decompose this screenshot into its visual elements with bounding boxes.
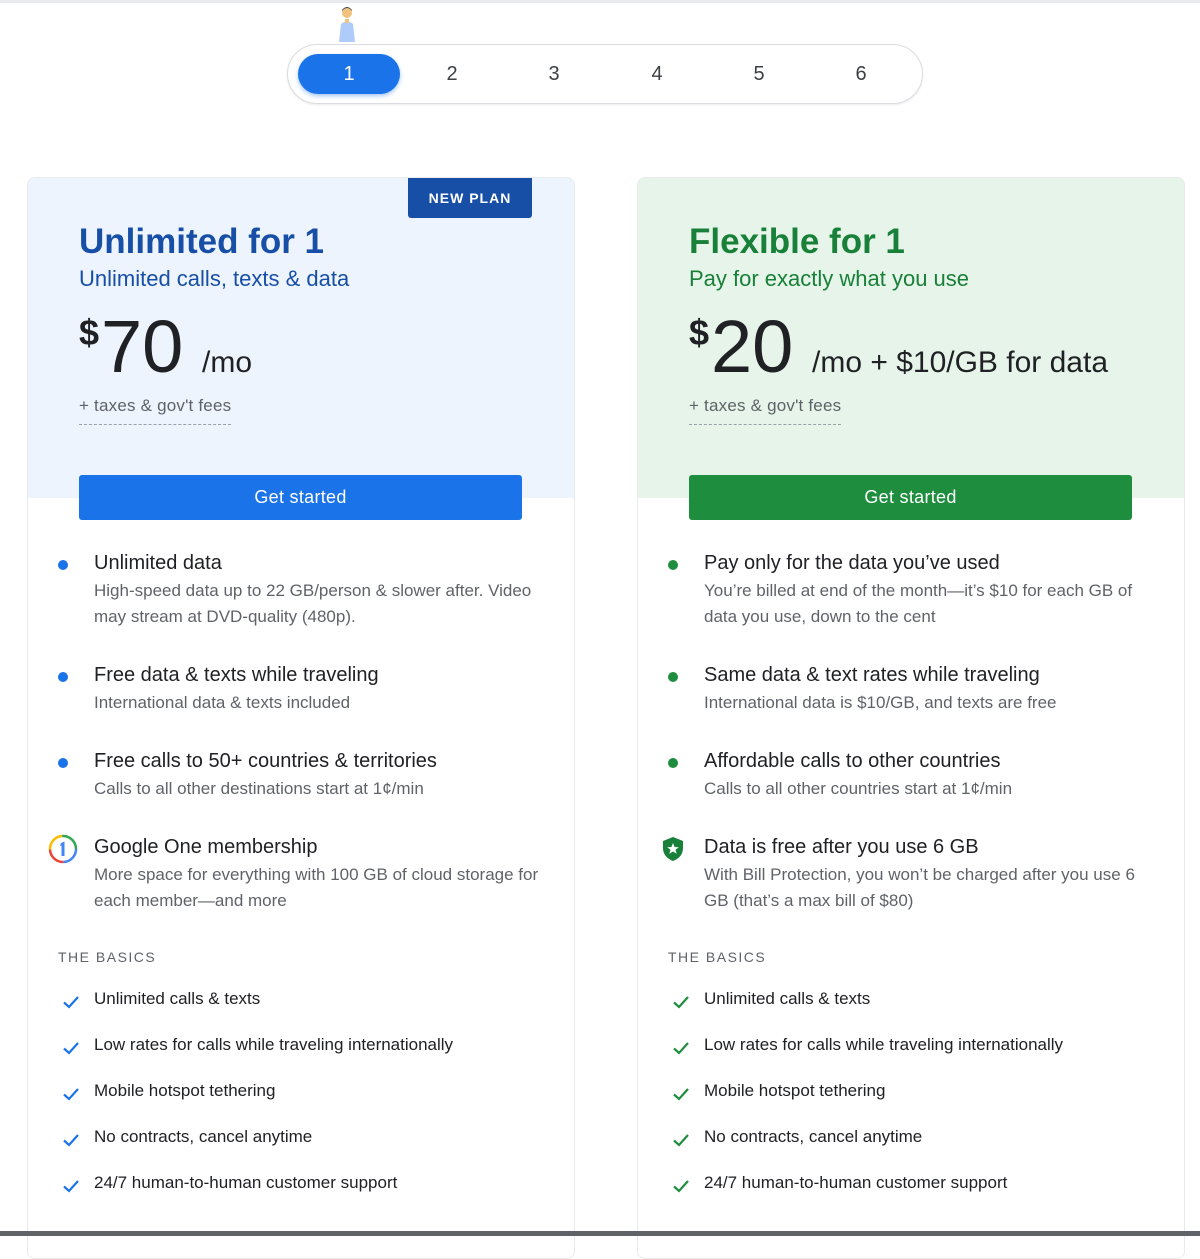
get-started-button[interactable]: Get started bbox=[689, 475, 1132, 520]
feature-title: Same data & text rates while traveling bbox=[704, 664, 1040, 686]
check-icon bbox=[673, 996, 689, 1009]
feature-item: Free calls to 50+ countries & territorie… bbox=[94, 748, 554, 802]
people-count-selector: 1 2 3 4 5 6 bbox=[287, 44, 923, 104]
check-icon bbox=[673, 1180, 689, 1193]
check-icon bbox=[63, 1088, 79, 1101]
basic-item: 24/7 human-to-human customer support bbox=[704, 1173, 1008, 1192]
feature-description: Calls to all other countries start at 1¢… bbox=[704, 779, 1013, 798]
bullet-icon bbox=[668, 758, 678, 768]
google-one-icon bbox=[48, 834, 78, 864]
feature-description: International data is $10/GB, and texts … bbox=[704, 693, 1057, 712]
basics-label: THE BASICS bbox=[668, 949, 767, 965]
check-icon bbox=[63, 1042, 79, 1055]
feature-title: Google One membership bbox=[94, 836, 318, 858]
bottom-divider bbox=[0, 1231, 1200, 1236]
bullet-icon bbox=[668, 560, 678, 570]
new-plan-badge: NEW PLAN bbox=[408, 178, 532, 218]
plan-subtitle: Unlimited calls, texts & data bbox=[79, 266, 350, 291]
feature-description: International data & texts included bbox=[94, 693, 351, 712]
feature-item: Free data & texts while traveling Intern… bbox=[94, 662, 554, 716]
plan-card-flexible: Flexible for 1 Pay for exactly what you … bbox=[637, 177, 1185, 1259]
basic-item: Mobile hotspot tethering bbox=[94, 1081, 276, 1100]
feature-title: Free data & texts while traveling bbox=[94, 664, 379, 686]
plan-card-unlimited: NEW PLAN Unlimited for 1 Unlimited calls… bbox=[27, 177, 575, 1259]
bullet-icon bbox=[668, 672, 678, 682]
check-icon bbox=[63, 1134, 79, 1147]
price-currency: $ bbox=[79, 312, 100, 353]
feature-item: Unlimited data High-speed data up to 22 … bbox=[94, 550, 554, 630]
basic-item: No contracts, cancel anytime bbox=[704, 1127, 923, 1146]
people-option-3[interactable]: 3 bbox=[503, 54, 605, 94]
bullet-icon bbox=[58, 560, 68, 570]
people-option-1[interactable]: 1 bbox=[298, 54, 400, 94]
basic-item: No contracts, cancel anytime bbox=[94, 1127, 313, 1146]
basic-item: 24/7 human-to-human customer support bbox=[94, 1173, 398, 1192]
price-currency: $ bbox=[689, 312, 710, 353]
feature-item: Same data & text rates while traveling I… bbox=[704, 662, 1164, 716]
check-icon bbox=[673, 1088, 689, 1101]
feature-item: Data is free after you use 6 GB With Bil… bbox=[704, 834, 1164, 914]
check-icon bbox=[673, 1042, 689, 1055]
people-option-2[interactable]: 2 bbox=[401, 54, 503, 94]
feature-description: You’re billed at end of the month—it’s $… bbox=[704, 581, 1133, 626]
basic-item: Unlimited calls & texts bbox=[704, 989, 871, 1008]
feature-title: Unlimited data bbox=[94, 552, 222, 574]
shield-star-icon bbox=[663, 837, 683, 861]
check-icon bbox=[63, 996, 79, 1009]
basics-label: THE BASICS bbox=[58, 949, 157, 965]
feature-item: Affordable calls to other countries Call… bbox=[704, 748, 1164, 802]
people-option-4[interactable]: 4 bbox=[606, 54, 708, 94]
plan-title: Flexible for 1 bbox=[689, 222, 905, 261]
plan-title: Unlimited for 1 bbox=[79, 222, 325, 261]
basic-item: Low rates for calls while traveling inte… bbox=[704, 1035, 1064, 1054]
basic-item: Unlimited calls & texts bbox=[94, 989, 261, 1008]
get-started-button[interactable]: Get started bbox=[79, 475, 522, 520]
feature-description: High-speed data up to 22 GB/person & slo… bbox=[94, 581, 532, 626]
feature-description: Calls to all other destinations start at… bbox=[94, 779, 424, 798]
taxes-fees-link[interactable]: + taxes & gov't fees bbox=[689, 396, 842, 425]
basic-item: Low rates for calls while traveling inte… bbox=[94, 1035, 454, 1054]
top-divider bbox=[0, 0, 1200, 3]
feature-description: With Bill Protection, you won’t be charg… bbox=[704, 865, 1135, 910]
price-amount: 20 bbox=[711, 305, 794, 388]
price-period: /mo + $10/GB for data bbox=[812, 346, 1109, 379]
bullet-icon bbox=[58, 672, 68, 682]
check-icon bbox=[673, 1134, 689, 1147]
plan-subtitle: Pay for exactly what you use bbox=[689, 266, 970, 291]
feature-title: Pay only for the data you’ve used bbox=[704, 552, 1000, 574]
check-icon bbox=[63, 1180, 79, 1193]
people-option-6[interactable]: 6 bbox=[810, 54, 912, 94]
price-period: /mo bbox=[202, 346, 253, 379]
person-icon bbox=[339, 7, 355, 42]
basic-item: Mobile hotspot tethering bbox=[704, 1081, 886, 1100]
feature-title: Affordable calls to other countries bbox=[704, 750, 1001, 772]
feature-title: Free calls to 50+ countries & territorie… bbox=[94, 750, 437, 772]
feature-item: Google One membership More space for eve… bbox=[94, 834, 554, 914]
people-option-5[interactable]: 5 bbox=[708, 54, 810, 94]
feature-title: Data is free after you use 6 GB bbox=[704, 836, 979, 858]
bullet-icon bbox=[58, 758, 68, 768]
feature-description: More space for everything with 100 GB of… bbox=[94, 865, 539, 910]
taxes-fees-link[interactable]: + taxes & gov't fees bbox=[79, 396, 232, 425]
price-amount: 70 bbox=[101, 305, 184, 388]
feature-item: Pay only for the data you’ve used You’re… bbox=[704, 550, 1164, 630]
